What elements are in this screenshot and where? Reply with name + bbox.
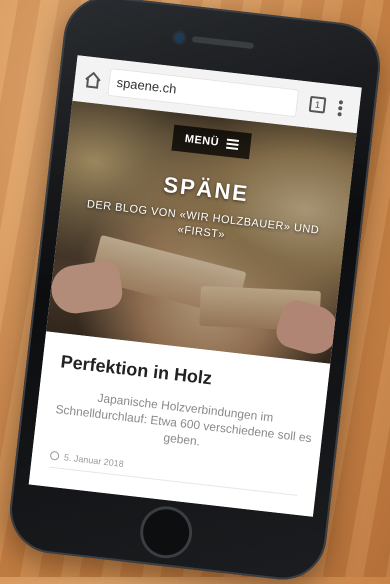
clock-icon	[49, 450, 60, 461]
earpiece-speaker	[191, 36, 255, 50]
url-text: spaene.ch	[115, 74, 178, 97]
phone-screen: spaene.ch 1 MENÜ SPÄNE DER BLOG VON «WIR…	[28, 55, 362, 517]
article-title[interactable]: Perfektion in Holz	[60, 351, 213, 389]
hero-image: MENÜ SPÄNE DER BLOG VON «WIR HOLZBAUER» …	[46, 100, 357, 364]
tabs-icon[interactable]: 1	[308, 95, 327, 114]
article-date-row: 5. Januar 2018	[49, 450, 125, 470]
kebab-menu-icon[interactable]	[336, 98, 344, 119]
photo-scene: spaene.ch 1 MENÜ SPÄNE DER BLOG VON «WIR…	[0, 0, 390, 584]
phone-body: spaene.ch 1 MENÜ SPÄNE DER BLOG VON «WIR…	[5, 0, 385, 584]
article-card[interactable]: Perfektion in Holz Japanische Holzverbin…	[28, 331, 331, 517]
front-camera	[173, 32, 185, 44]
divider	[48, 466, 298, 496]
article-date: 5. Januar 2018	[63, 452, 125, 470]
menu-label: MENÜ	[184, 132, 220, 149]
home-icon[interactable]	[82, 69, 104, 91]
article-teaser: Japanische Holzverbindungen im Schnelldu…	[54, 390, 313, 449]
hamburger-icon	[225, 138, 240, 150]
home-button[interactable]	[137, 503, 195, 562]
smartphone: spaene.ch 1 MENÜ SPÄNE DER BLOG VON «WIR…	[5, 0, 385, 584]
